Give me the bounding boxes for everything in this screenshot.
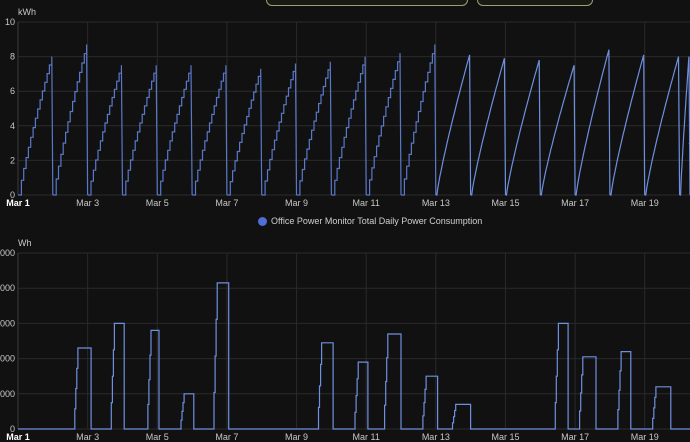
y-tick-label: 1,000 <box>0 389 15 399</box>
x-tick-label: Mar 15 <box>491 432 519 442</box>
x-tick-label: Mar 5 <box>146 432 169 442</box>
x-tick-label: Mar 1 <box>6 432 30 442</box>
x-tick-label: Mar 11 <box>353 432 380 442</box>
y-tick-label: 3,000 <box>0 318 15 328</box>
x-tick-label: Mar 3 <box>76 432 99 442</box>
x-tick-label: Mar 17 <box>561 432 589 442</box>
y-tick-label: 4,000 <box>0 283 15 293</box>
x-tick-label: Mar 9 <box>285 432 308 442</box>
y-tick-label: 2,000 <box>0 354 15 364</box>
x-tick-label: Mar 7 <box>215 432 238 442</box>
power-wh-chart: 01,0002,0003,0004,0005,000Mar 1Mar 3Mar … <box>0 238 690 442</box>
y-tick-label: 5,000 <box>0 248 15 258</box>
y-axis-title: Wh <box>18 238 32 248</box>
power-series-line <box>18 282 690 430</box>
x-tick-label: Mar 19 <box>631 432 659 442</box>
x-tick-label: Mar 13 <box>422 432 450 442</box>
